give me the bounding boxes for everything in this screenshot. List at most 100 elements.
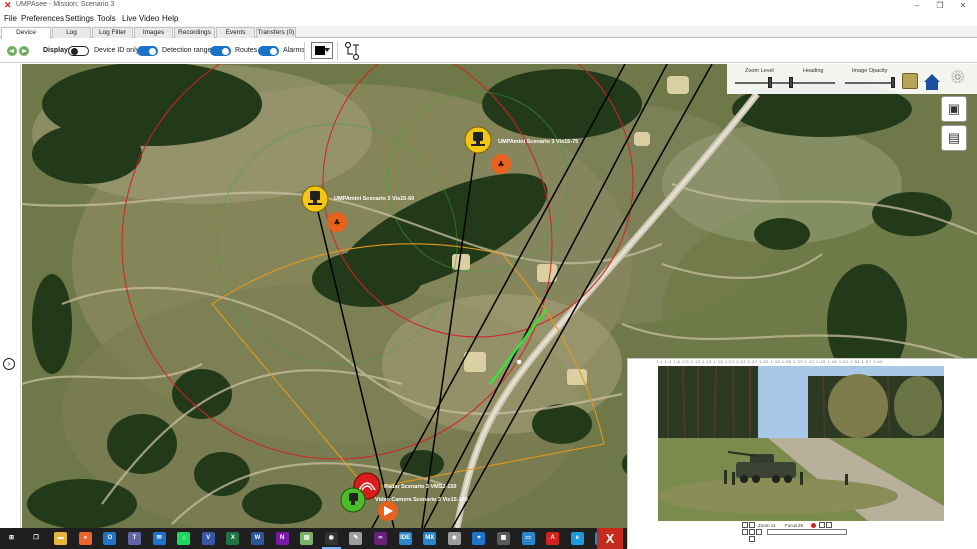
ptz-left-button[interactable] [742, 529, 748, 535]
home-icon[interactable] [923, 73, 940, 90]
expand-panel-button[interactable]: › [3, 358, 15, 370]
tab-log[interactable]: Log [52, 27, 91, 38]
video-controls: Zoom x1 Focus 25 [740, 522, 860, 544]
zoom-value: x1 [771, 523, 776, 528]
toolbar-divider [304, 42, 305, 60]
device-id-only-label: Device ID only [94, 47, 140, 54]
ptz-button[interactable] [819, 522, 825, 528]
ptz-up-button[interactable] [749, 529, 755, 535]
intruder-alarm-icon: ♣ [497, 160, 504, 169]
device-id-only-toggle[interactable] [68, 46, 89, 56]
task-view-icon[interactable]: ❐ [29, 532, 43, 545]
minimize-button[interactable]: – [905, 0, 929, 12]
chevron-down-icon [324, 48, 330, 52]
menu-bar: File Preferences Settings Tools Live Vid… [0, 12, 977, 25]
tab-log-filter[interactable]: Log Filter [92, 27, 133, 38]
intruder-alarm-icon: ♣ [333, 218, 340, 227]
record-indicator-icon [811, 523, 816, 528]
maps-icon[interactable]: ⌖ [472, 532, 486, 545]
live-video-frame[interactable] [658, 366, 944, 521]
zoom-label: Zoom [758, 523, 770, 528]
zoom-level-slider-thumb[interactable] [768, 77, 772, 88]
ptz-right-button[interactable] [756, 529, 762, 535]
tab-transfers[interactable]: Transfers (0) [256, 27, 296, 38]
firefox-icon[interactable]: ● [78, 532, 92, 545]
visio-icon[interactable]: V [201, 532, 215, 545]
onenote-icon[interactable]: N [275, 532, 289, 545]
outlook-icon[interactable]: O [103, 532, 117, 545]
tab-recordings[interactable]: Recordings [174, 27, 215, 38]
video-image [658, 366, 944, 521]
preset-bar[interactable] [767, 529, 847, 535]
image-opacity-slider-thumb[interactable] [891, 77, 895, 88]
excel-icon[interactable]: X [226, 532, 240, 545]
menu-help[interactable]: Help [162, 14, 178, 23]
alarms-toggle[interactable] [258, 46, 279, 56]
teams-icon[interactable]: T [128, 532, 141, 545]
routes-label: Routes [235, 47, 258, 54]
device-label: UMPAmini Scenario 3 Vis15-60 [334, 196, 414, 202]
map-layer-icon[interactable] [902, 73, 918, 89]
ide-icon[interactable]: IDE [398, 532, 412, 545]
zoom-ruler: 1:1 1:3 1:6 1:9 1:12 1:15 1:18 1:21 1:24… [656, 359, 883, 364]
tab-events[interactable]: Events [216, 27, 255, 38]
detection-ranges-label: Detection ranges [162, 47, 215, 54]
connection-status-icon[interactable] [6, 44, 30, 58]
live-video-panel: 1:1 1:3 1:6 1:9 1:12 1:15 1:18 1:21 1:24… [627, 358, 977, 548]
toolbar-divider [337, 42, 338, 60]
heading-slider-thumb[interactable] [789, 77, 793, 88]
focus-label: Focus [785, 523, 798, 528]
menu-tools[interactable]: Tools [97, 14, 116, 23]
snapshot-button[interactable] [749, 522, 755, 528]
umpasee-taskbar-app[interactable]: X [597, 528, 623, 549]
alarms-label: Alarms [283, 47, 305, 54]
acrobat-icon[interactable]: A [546, 532, 560, 545]
tab-device-overview[interactable]: Device Overview [1, 27, 51, 46]
menu-settings[interactable]: Settings [65, 14, 94, 23]
map-control-panel: Zoom Level Heading Image Opacity ⚙ [727, 64, 977, 94]
mail-icon[interactable]: ✉ [152, 532, 166, 545]
detection-ranges-toggle[interactable] [137, 46, 158, 56]
title-bar: ✕ UMPAsee - Mission: Scenario 3 – ❐ ✕ [0, 0, 977, 12]
snapshot-tool-icon[interactable]: ▣ [941, 96, 967, 122]
umpasee-icon[interactable]: ◉ [324, 532, 338, 545]
spotify-icon[interactable]: ♫ [177, 532, 191, 545]
record-button[interactable] [742, 522, 748, 528]
focus-value: 25 [798, 523, 804, 528]
maximize-button[interactable]: ❐ [928, 0, 952, 12]
mx-icon[interactable]: MX [423, 532, 437, 545]
app-logo-icon: ✕ [4, 0, 12, 10]
image-opacity-label: Image Opacity [852, 68, 888, 74]
start-icon[interactable]: ⊞ [5, 532, 18, 545]
gear-icon[interactable]: ⚙ [951, 68, 964, 86]
display-label: Display: [43, 47, 71, 54]
visual-studio-icon[interactable]: ∞ [374, 532, 387, 545]
detected-target [516, 359, 522, 365]
file-explorer-icon[interactable]: ▬ [54, 532, 68, 545]
side-panel-strip: › [0, 64, 21, 528]
image-opacity-slider[interactable] [845, 82, 895, 84]
calculator-icon[interactable]: ▦ [497, 532, 510, 545]
route-edit-icon[interactable] [344, 42, 360, 60]
display-toolbar: Display: Device ID only Detection ranges… [0, 39, 977, 63]
git-icon[interactable]: ◆ [447, 532, 461, 545]
notepad-icon[interactable]: ▤ [300, 532, 314, 545]
word-icon[interactable]: W [251, 532, 264, 545]
gallery-tool-icon[interactable]: ▤ [941, 125, 967, 151]
line-color-picker[interactable] [311, 42, 333, 59]
window-title: UMPAsee - Mission: Scenario 3 [16, 1, 115, 8]
device-label: UMPAmini Scenario 3 Vis15-75 [498, 139, 578, 145]
remote-desktop-icon[interactable]: ▭ [521, 532, 535, 545]
edge-icon[interactable]: e [570, 532, 584, 545]
ptz-button[interactable] [826, 522, 832, 528]
menu-preferences[interactable]: Preferences [21, 14, 64, 23]
tab-images[interactable]: Images [134, 27, 173, 38]
device-label: Radar Scenario 3 VMS2-150 [384, 484, 456, 490]
menu-file[interactable]: File [4, 14, 17, 23]
routes-toggle[interactable] [210, 46, 231, 56]
ptz-down-button[interactable] [749, 536, 755, 542]
tool-icon[interactable]: ✎ [349, 532, 363, 545]
close-button[interactable]: ✕ [951, 0, 975, 12]
menu-live-video[interactable]: Live Video [122, 14, 159, 23]
slider-separator [785, 82, 786, 84]
